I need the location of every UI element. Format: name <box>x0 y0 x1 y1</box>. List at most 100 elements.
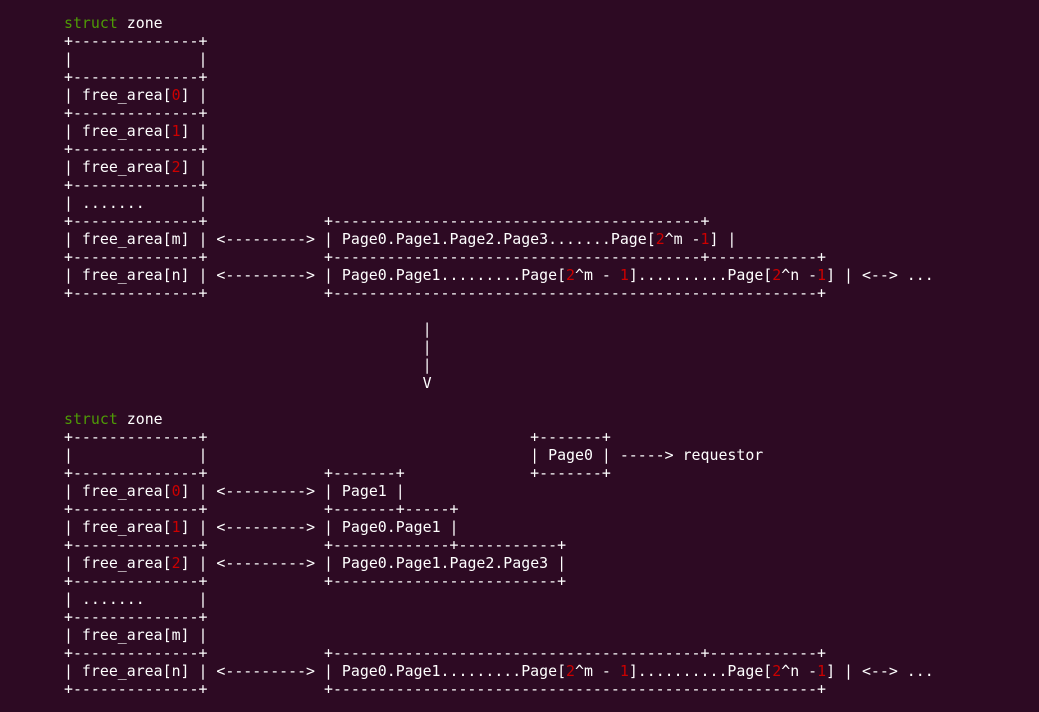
diagram-line <box>64 302 934 320</box>
diagram-text: | free_area[ <box>64 122 172 140</box>
diagram-line: | ....... | <box>64 590 934 608</box>
diagram-text: +--------------+ +----------------------… <box>64 248 827 266</box>
index-number: 1 <box>619 662 629 680</box>
diagram-text: ] | <--> ... <box>826 662 934 680</box>
diagram-text: ] | <--> ... <box>826 266 934 284</box>
diagram-line: | free_area[m] | <---------> | Page0.Pag… <box>64 230 934 248</box>
diagram-text: ^m - <box>575 266 620 284</box>
index-number: 2 <box>772 266 782 284</box>
diagram-text: +--------------+ +----------------------… <box>64 680 827 698</box>
diagram-text: | free_area[m] | <box>64 626 208 644</box>
diagram-line: | <box>64 320 934 338</box>
diagram-text: ^n - <box>781 266 818 284</box>
diagram-line: +--------------+ +----------------------… <box>64 644 934 662</box>
diagram-text: | ....... | <box>64 590 208 608</box>
diagram-line: +--------------+ <box>64 608 934 626</box>
index-number: 1 <box>171 518 181 536</box>
diagram-text: | free_area[ <box>64 158 172 176</box>
diagram-text: +--------------+ <box>64 608 208 626</box>
index-number: 2 <box>171 158 181 176</box>
diagram-line: | <box>64 338 934 356</box>
diagram-text: | free_area[ <box>64 554 172 572</box>
diagram-line: | free_area[1] | <---------> | Page0.Pag… <box>64 518 934 536</box>
diagram-text: +--------------+ +----------------------… <box>64 284 827 302</box>
diagram-text: | | | Page0 | -----> requestor <box>64 446 764 464</box>
diagram-line: +--------------+ <box>64 68 934 86</box>
diagram-line: | free_area[2] | <box>64 158 934 176</box>
diagram-line: | | | Page0 | -----> requestor <box>64 446 934 464</box>
diagram-text: | | <box>64 50 208 68</box>
buddy-allocator-ascii-diagram: struct zone +--------------+ | | +---------… <box>64 14 934 698</box>
diagram-text: +--------------+ <box>64 68 208 86</box>
index-number: 2 <box>566 662 576 680</box>
diagram-line: +--------------+ +-------------+--------… <box>64 536 934 554</box>
diagram-line: | free_area[0] | <box>64 86 934 104</box>
diagram-text: ^n - <box>781 662 818 680</box>
diagram-text: ] | <---------> | Page0.Page1 | <box>180 518 459 536</box>
diagram-line: | free_area[m] | <box>64 626 934 644</box>
diagram-line: | free_area[2] | <---------> | Page0.Pag… <box>64 554 934 572</box>
diagram-text: | <box>64 320 432 338</box>
index-number: 1 <box>171 122 181 140</box>
diagram-text: ] | <---------> | Page0.Page1.Page2.Page… <box>180 554 567 572</box>
diagram-text: zone <box>117 410 163 428</box>
diagram-text: | free_area[n] | <---------> | Page0.Pag… <box>64 662 567 680</box>
diagram-line: +--------------+ <box>64 32 934 50</box>
diagram-text: +--------------+ <box>64 32 208 50</box>
diagram-line: | ....... | <box>64 194 934 212</box>
diagram-text: | ....... | <box>64 194 208 212</box>
diagram-line: +--------------+ +----------------------… <box>64 572 934 590</box>
diagram-line: struct zone <box>64 14 934 32</box>
struct-keyword: struct <box>64 410 118 428</box>
diagram-text: V <box>64 374 432 392</box>
diagram-line: +--------------+ <box>64 140 934 158</box>
diagram-text: zone <box>117 14 163 32</box>
diagram-line: +--------------+ <box>64 176 934 194</box>
diagram-line: | <box>64 356 934 374</box>
diagram-text: | free_area[ <box>64 86 172 104</box>
index-number: 1 <box>817 266 827 284</box>
diagram-text: +--------------+ +----------------------… <box>64 572 567 590</box>
diagram-text: +--------------+ +-------+ <box>64 428 611 446</box>
diagram-line: +--------------+ +----------------------… <box>64 248 934 266</box>
struct-keyword: struct <box>64 14 118 32</box>
diagram-text: | free_area[ <box>64 482 172 500</box>
diagram-text: ^m - <box>664 230 701 248</box>
diagram-line: struct zone <box>64 410 934 428</box>
diagram-text: ] | <box>180 122 208 140</box>
diagram-line <box>64 392 934 410</box>
diagram-text: ] | <box>180 158 208 176</box>
diagram-text: +--------------+ <box>64 176 208 194</box>
diagram-line: | free_area[0] | <---------> | Page1 | <box>64 482 934 500</box>
index-number: 1 <box>817 662 827 680</box>
index-number: 2 <box>566 266 576 284</box>
diagram-line: +--------------+ +-------+-----+ <box>64 500 934 518</box>
diagram-text: ] | <box>180 86 208 104</box>
diagram-line: | free_area[n] | <---------> | Page0.Pag… <box>64 266 934 284</box>
diagram-line: | free_area[n] | <---------> | Page0.Pag… <box>64 662 934 680</box>
diagram-line: +--------------+ <box>64 104 934 122</box>
diagram-text: ]..........Page[ <box>628 266 773 284</box>
diagram-text: +--------------+ +-------------+--------… <box>64 536 567 554</box>
index-number: 2 <box>171 554 181 572</box>
diagram-text: | free_area[n] | <---------> | Page0.Pag… <box>64 266 567 284</box>
diagram-text: | <box>64 356 432 374</box>
diagram-text: +--------------+ +----------------------… <box>64 644 827 662</box>
index-number: 2 <box>772 662 782 680</box>
index-number: 0 <box>171 482 181 500</box>
diagram-text: | free_area[m] | <---------> | Page0.Pag… <box>64 230 656 248</box>
diagram-text: +--------------+ <box>64 104 208 122</box>
diagram-text: ]..........Page[ <box>628 662 773 680</box>
diagram-text: ^m - <box>575 662 620 680</box>
diagram-line: +--------------+ +-------+ <box>64 428 934 446</box>
index-number: 2 <box>655 230 665 248</box>
diagram-text: | <box>64 338 432 356</box>
diagram-line: | free_area[1] | <box>64 122 934 140</box>
diagram-text: +--------------+ +-------+ +-------+ <box>64 464 611 482</box>
diagram-line: +--------------+ +-------+ +-------+ <box>64 464 934 482</box>
diagram-line: +--------------+ +----------------------… <box>64 284 934 302</box>
diagram-text: ] | <box>709 230 737 248</box>
diagram-line: +--------------+ +----------------------… <box>64 680 934 698</box>
index-number: 1 <box>700 230 710 248</box>
index-number: 1 <box>619 266 629 284</box>
